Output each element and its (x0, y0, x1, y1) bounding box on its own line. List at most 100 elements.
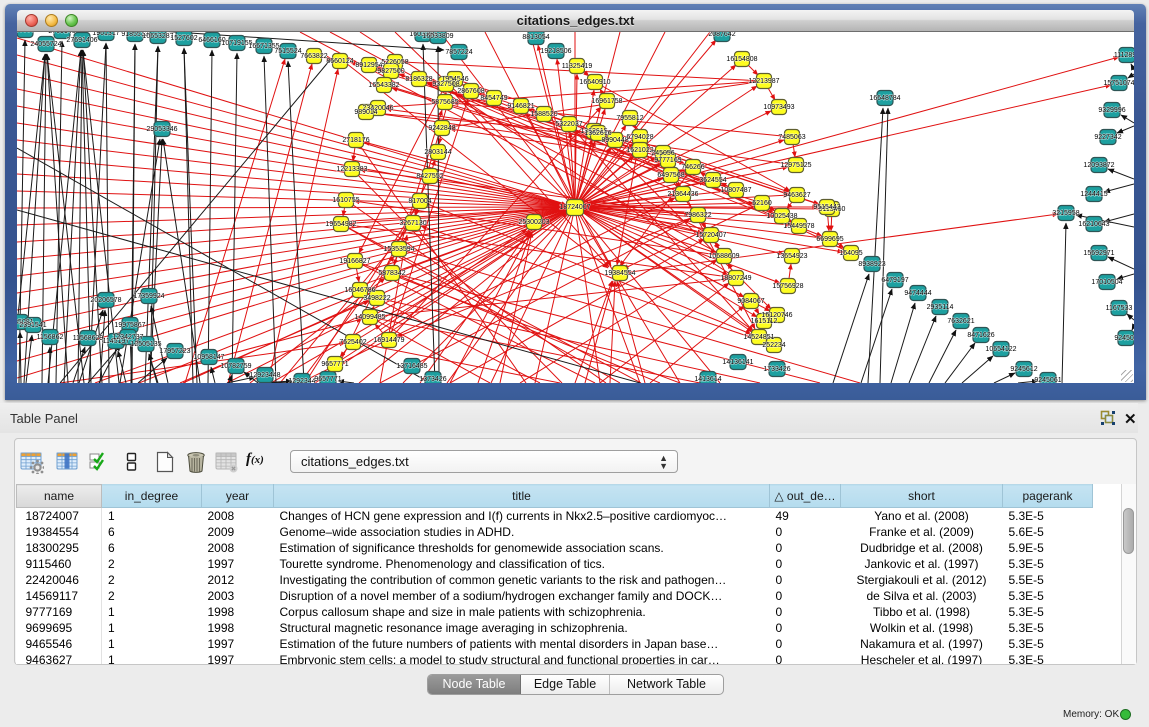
svg-text:252234: 252234 (762, 342, 785, 349)
svg-text:3498222: 3498222 (363, 295, 390, 302)
svg-text:10688609: 10688609 (708, 253, 739, 260)
svg-text:25300203: 25300203 (518, 219, 549, 226)
svg-text:9657771: 9657771 (321, 361, 348, 368)
svg-text:9463627: 9463627 (783, 192, 810, 199)
svg-text:10654122: 10654122 (985, 346, 1016, 353)
svg-text:29053346: 29053346 (146, 126, 177, 133)
svg-text:1615112: 1615112 (751, 318, 778, 325)
svg-text:1167533: 1167533 (1106, 305, 1133, 312)
svg-text:18724007: 18724007 (559, 204, 590, 211)
svg-text:16961758: 16961758 (591, 98, 622, 105)
svg-text:12093872: 12093872 (1083, 162, 1114, 169)
svg-text:19218506: 19218506 (540, 48, 571, 55)
svg-text:1292344: 1292344 (288, 378, 315, 383)
svg-text:989014: 989014 (354, 109, 377, 116)
svg-text:924502: 924502 (1114, 335, 1134, 342)
svg-text:1362616: 1362616 (584, 130, 611, 137)
svg-text:19384554: 19384554 (604, 270, 635, 277)
svg-text:8813054: 8813054 (522, 34, 549, 41)
svg-text:9245612: 9245612 (1010, 366, 1037, 373)
svg-text:16046786: 16046786 (344, 287, 375, 294)
svg-text:2867608: 2867608 (457, 88, 484, 95)
svg-text:11325419: 11325419 (562, 63, 593, 70)
svg-text:7625402: 7625402 (339, 339, 366, 346)
svg-text:10973493: 10973493 (763, 104, 794, 111)
svg-text:15751074: 15751074 (1103, 80, 1134, 87)
svg-text:16648784: 16648784 (869, 95, 900, 102)
svg-text:1733426: 1733426 (763, 366, 790, 373)
svg-text:20206578: 20206578 (90, 297, 121, 304)
svg-text:5875685: 5875685 (431, 99, 458, 106)
svg-text:9474444: 9474444 (904, 290, 931, 297)
svg-text:21364436: 21364436 (667, 191, 698, 198)
svg-text:19975867: 19975867 (114, 322, 145, 329)
svg-text:2391541: 2391541 (19, 322, 46, 329)
svg-text:1621022: 1621022 (626, 147, 653, 154)
svg-text:10807487: 10807487 (720, 187, 751, 194)
svg-text:12213987: 12213987 (748, 78, 779, 85)
svg-text:14136141: 14136141 (722, 359, 753, 366)
svg-text:7663822: 7663822 (300, 53, 327, 60)
svg-text:7485063: 7485063 (778, 134, 805, 141)
svg-text:15449578: 15449578 (783, 223, 814, 230)
svg-text:9242848: 9242848 (428, 125, 455, 132)
svg-text:245056: 245056 (651, 150, 674, 157)
svg-text:8660124: 8660124 (326, 58, 353, 65)
svg-text:1527602: 1527602 (170, 35, 197, 42)
svg-text:9227342: 9227342 (1094, 134, 1121, 141)
svg-text:12505135: 12505135 (130, 341, 161, 348)
svg-text:16543382: 16543382 (368, 82, 399, 89)
svg-text:12213383: 12213383 (336, 166, 367, 173)
svg-text:10958147: 10958147 (193, 354, 224, 361)
svg-text:19166827: 19166827 (339, 258, 370, 265)
svg-text:1610755: 1610755 (332, 197, 359, 204)
svg-text:2769140: 2769140 (48, 32, 75, 35)
svg-text:19654982: 19654982 (325, 221, 356, 228)
svg-text:5322037: 5322037 (555, 121, 582, 128)
svg-text:8471626: 8471626 (967, 332, 994, 339)
svg-text:7632621: 7632621 (947, 318, 974, 325)
svg-text:17010504: 17010504 (1091, 279, 1122, 286)
svg-text:3215958: 3215958 (1052, 210, 1079, 217)
svg-text:16120746: 16120746 (761, 312, 792, 319)
svg-text:9777169: 9777169 (654, 157, 681, 164)
svg-text:13716485: 13716485 (396, 363, 427, 370)
svg-text:7955812: 7955812 (616, 115, 643, 122)
svg-text:1112893: 1112893 (1114, 52, 1134, 59)
svg-text:7986322: 7986322 (684, 212, 711, 219)
svg-text:8990448: 8990448 (601, 137, 628, 144)
svg-text:5226058: 5226058 (381, 59, 408, 66)
svg-text:1373426: 1373426 (419, 376, 446, 383)
svg-text:9084067: 9084067 (737, 298, 764, 305)
svg-text:17359924: 17359924 (133, 293, 164, 300)
svg-text:3267130: 3267130 (399, 220, 426, 227)
svg-text:62160: 62160 (752, 200, 772, 207)
svg-text:9327508: 9327508 (432, 81, 459, 88)
svg-text:1588520: 1588520 (530, 111, 557, 118)
svg-text:6794028: 6794028 (626, 134, 653, 141)
svg-text:8186328: 8186328 (405, 76, 432, 83)
svg-text:27691406: 27691406 (66, 37, 97, 44)
svg-text:6699695: 6699695 (816, 236, 843, 243)
svg-text:746266: 746266 (681, 164, 704, 171)
svg-text:10025438: 10025438 (766, 213, 797, 220)
svg-text:7515524: 7515524 (274, 48, 301, 55)
svg-text:9329996: 9329996 (1098, 107, 1125, 114)
svg-text:3624554: 3624554 (699, 177, 726, 184)
svg-text:817004: 817004 (408, 198, 431, 205)
svg-text:15692971: 15692971 (1083, 250, 1114, 257)
svg-text:15720407: 15720407 (695, 232, 726, 239)
svg-text:18807249: 18807249 (720, 275, 751, 282)
svg-text:1156862: 1156862 (37, 334, 64, 341)
svg-text:1805572: 1805572 (17, 32, 39, 34)
svg-text:2087642: 2087642 (708, 32, 735, 38)
svg-text:10782759: 10782759 (220, 363, 251, 370)
svg-text:9245061: 9245061 (1034, 377, 1061, 383)
svg-text:164095: 164095 (839, 250, 862, 257)
svg-text:9657771: 9657771 (314, 376, 341, 383)
svg-text:14099485: 14099485 (354, 314, 385, 321)
svg-text:6497568: 6497568 (657, 172, 684, 179)
svg-text:16914479: 16914479 (373, 337, 404, 344)
svg-text:16210643: 16210643 (1078, 221, 1109, 228)
svg-text:12923448: 12923448 (249, 372, 280, 379)
